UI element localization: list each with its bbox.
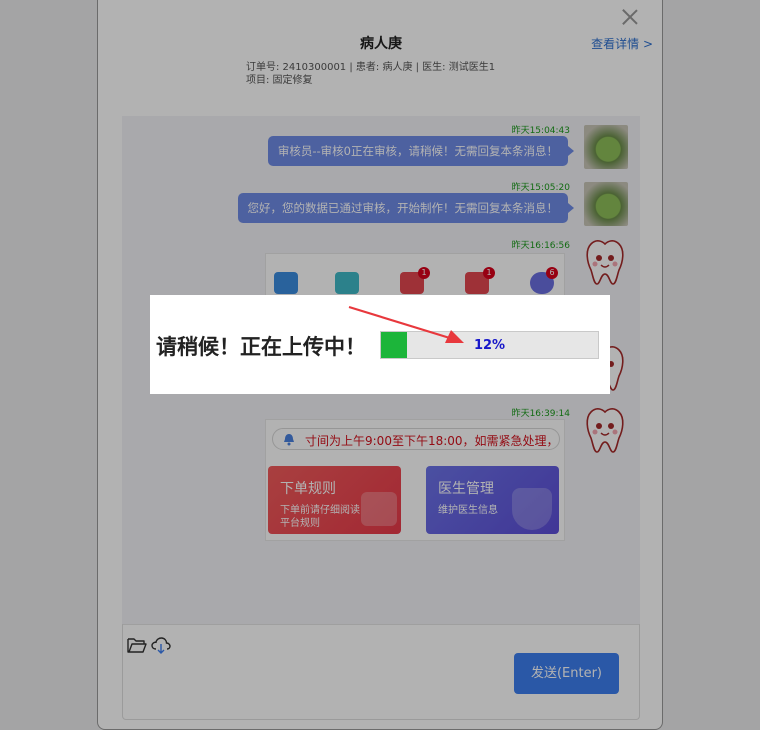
annotation-arrow <box>348 305 464 343</box>
page: 病人庚 查看详情 > 订单号: 2410300001 | 患者: 病人庚 | 医… <box>0 0 760 730</box>
uploading-message: 请稍候！正在上传中！ <box>156 335 366 359</box>
